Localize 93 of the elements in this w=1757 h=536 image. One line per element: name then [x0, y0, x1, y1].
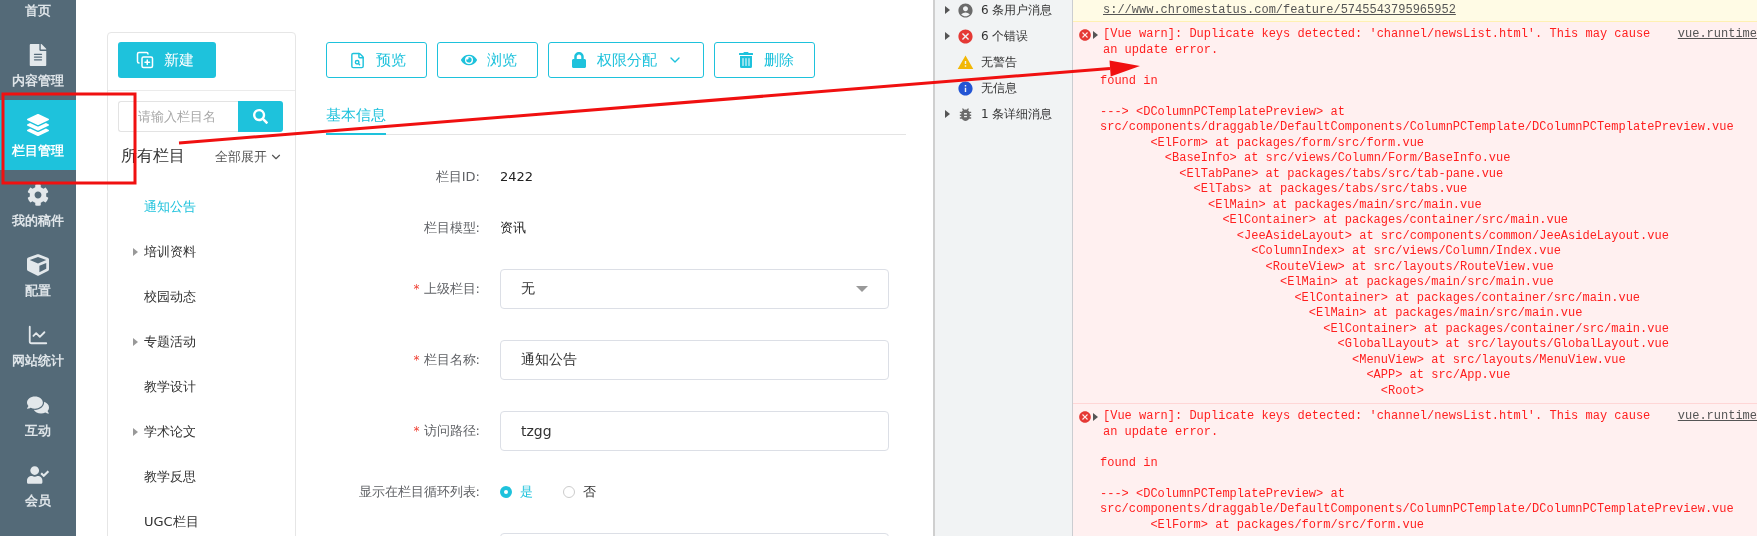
- expand-icon[interactable]: [1093, 413, 1098, 421]
- select-field[interactable]: 无: [500, 268, 889, 309]
- stack-line: ---> <DColumnPCTemplatePreview> at src/components/draggable/DefaultComponents/ColumnPCTemplate/DColumnPCTemplatePreview.vue: [1100, 486, 1735, 518]
- console-filter-item[interactable]: 无警告: [935, 49, 1072, 75]
- field-label: 栏目ID:: [435, 167, 480, 186]
- console-filter-item[interactable]: 6 条用户消息: [935, 0, 1072, 23]
- console-filter-item[interactable]: 无信息: [935, 75, 1072, 101]
- source-link[interactable]: vue.runtime: [1677, 27, 1757, 43]
- nav-icon: [27, 394, 49, 416]
- filter-icon: [957, 27, 974, 45]
- stack-line: <ElForm> at packages/form/src/form.vue: [1149, 517, 1426, 533]
- tree-item[interactable]: 培训资料: [108, 229, 295, 274]
- stack-line: <JeeAsideLayout> at src/components/common/JeeAsideLayout.vue: [1235, 228, 1670, 244]
- expand-all-link[interactable]: 全部展开: [215, 147, 283, 166]
- stack-line: <ElTabPane> at packages/tabs/src/tab-pane.vue: [1178, 166, 1505, 182]
- nav-item[interactable]: 内容管理: [0, 30, 76, 100]
- field-label: 栏目名称:: [423, 350, 480, 369]
- field-label: 栏目模型:: [423, 218, 480, 237]
- required-mark: *: [413, 281, 420, 296]
- tree-item[interactable]: 教学反思: [108, 454, 295, 499]
- nav-icon: [27, 324, 49, 346]
- error-text: [Vue warn]: Duplicate keys detected: 'channel/newsList.html'. This may cause an update error.: [1103, 27, 1652, 58]
- expand-icon[interactable]: [945, 6, 950, 14]
- required-mark: *: [413, 352, 420, 367]
- stack-line: <ElMain> at packages/main/src/main.vue: [1279, 275, 1555, 291]
- console-filter-item[interactable]: 1 条详细消息: [935, 101, 1072, 127]
- found-in-label: found in: [1100, 455, 1159, 471]
- stack-line: <ElForm> at packages/form/src/form.vue: [1149, 135, 1426, 151]
- required-mark: *: [413, 423, 420, 438]
- nav-icon: [27, 44, 49, 66]
- search-field[interactable]: 请输入栏目名: [118, 101, 238, 132]
- nav-item[interactable]: 网站统计: [0, 310, 76, 380]
- stack-line: <ElContainer> at packages/container/src/main.vue: [1322, 321, 1670, 337]
- error-icon: [1078, 410, 1092, 424]
- stack-line: <ElContainer> at packages/container/src/main.vue: [1293, 290, 1642, 306]
- console-filter-item[interactable]: 6 个错误: [935, 23, 1072, 49]
- nav-icon: [27, 464, 49, 486]
- stack-line: <ElTabs> at packages/tabs/src/tabs.vue: [1192, 182, 1469, 198]
- tree-item[interactable]: 校园动态: [108, 274, 295, 319]
- expand-icon[interactable]: [945, 32, 950, 40]
- radio-button[interactable]: [500, 485, 512, 498]
- tree-item[interactable]: 专题活动: [108, 319, 295, 364]
- filter-icon: [957, 53, 974, 71]
- tree-item[interactable]: 教学设计: [108, 364, 295, 409]
- stack-line: <ElMain> at packages/main/src/main.vue: [1207, 197, 1483, 213]
- stack-line: ---> <DColumnPCTemplatePreview> at src/components/draggable/DefaultComponents/ColumnPCTemplate/DColumnPCTemplatePreview.vue: [1100, 104, 1735, 136]
- tree-item[interactable]: 学术论文: [108, 409, 295, 454]
- tree-item[interactable]: UGC栏目: [108, 499, 295, 536]
- stack-line: <APP> at src/App.vue: [1365, 368, 1512, 384]
- error-text: [Vue warn]: Duplicate keys detected: 'channel/newsList.html'. This may cause an update error.: [1103, 409, 1652, 440]
- error-icon: [1078, 28, 1092, 42]
- field-label: 显示在栏目循环列表:: [358, 482, 480, 501]
- expand-icon[interactable]: [945, 110, 950, 118]
- stack-line: <ElContainer> at packages/container/src/main.vue: [1221, 213, 1570, 229]
- nav-icon: [27, 254, 49, 276]
- caret-icon: [856, 285, 868, 292]
- nav-item[interactable]: 我的稿件: [0, 170, 76, 240]
- field-value: 资讯: [500, 218, 526, 237]
- expand-icon[interactable]: [1093, 31, 1098, 39]
- stack-line: <Root>: [1379, 383, 1425, 399]
- add-icon: [136, 51, 154, 69]
- field-label: 上级栏目:: [423, 279, 480, 298]
- button-icon: [737, 52, 754, 68]
- stack-line: <ColumnIndex> at src/views/Column/Index.vue: [1250, 244, 1562, 260]
- nav-item[interactable]: 首页: [0, 0, 76, 30]
- stack-line: <BaseInfo> at src/views/Column/Form/BaseInfo.vue: [1163, 151, 1512, 167]
- radio-option[interactable]: 否: [563, 482, 596, 501]
- stack-line: <RouteView> at src/layouts/RouteView.vue: [1264, 259, 1555, 275]
- expand-icon[interactable]: [133, 337, 138, 346]
- expand-icon[interactable]: [133, 247, 138, 256]
- stack-line: <MenuView> at src/layouts/MenuView.vue: [1351, 352, 1627, 368]
- input-field[interactable]: 通知公告: [500, 339, 889, 380]
- nav-item[interactable]: 配置: [0, 240, 76, 310]
- nav-icon: [27, 114, 49, 136]
- button-icon: [571, 52, 587, 68]
- field-value: 2422: [500, 169, 534, 184]
- found-in-label: found in: [1100, 73, 1159, 89]
- stack-line: <ElMain> at packages/main/src/main.vue: [1307, 306, 1584, 322]
- nav-item[interactable]: 会员: [0, 450, 76, 520]
- nav-item[interactable]: 互动: [0, 380, 76, 450]
- field-label: 访问路径:: [423, 421, 480, 440]
- button-icon: [460, 52, 477, 68]
- expand-icon[interactable]: [133, 427, 138, 436]
- source-link[interactable]: vue.runtime: [1677, 409, 1757, 425]
- button-icon: [349, 51, 366, 69]
- stack-line: <GlobalLayout> at src/layouts/GlobalLayout.vue: [1336, 337, 1670, 353]
- filter-icon: [957, 79, 974, 97]
- radio-button[interactable]: [563, 485, 575, 498]
- search-button[interactable]: [238, 101, 283, 132]
- input-field[interactable]: tzgg: [500, 410, 889, 451]
- filter-icon: [957, 1, 974, 19]
- search-icon: [253, 109, 268, 124]
- nav-icon: [27, 184, 49, 206]
